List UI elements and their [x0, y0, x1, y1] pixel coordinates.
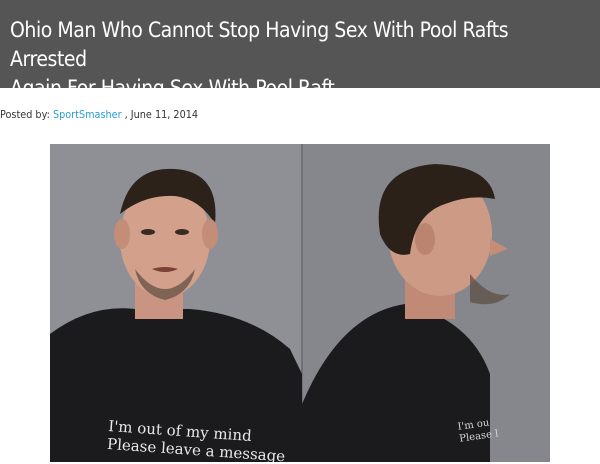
article-title-line-2: Again For Having Sex With Pool Raft [10, 76, 335, 100]
post-date: , June 11, 2014 [124, 108, 199, 121]
posted-by-label: Posted by: [0, 108, 50, 121]
article-title: Ohio Man Who Cannot Stop Having Sex With… [10, 16, 586, 103]
article-title-line-1: Ohio Man Who Cannot Stop Having Sex With… [10, 18, 509, 71]
author-link[interactable]: SportSmasher [53, 108, 122, 121]
post-meta: Posted by: SportSmasher , June 11, 2014 [0, 108, 198, 121]
article-header: Ohio Man Who Cannot Stop Having Sex With… [0, 0, 600, 100]
mugshot-image: I'm out of my mind Please leave a messag… [50, 144, 550, 462]
